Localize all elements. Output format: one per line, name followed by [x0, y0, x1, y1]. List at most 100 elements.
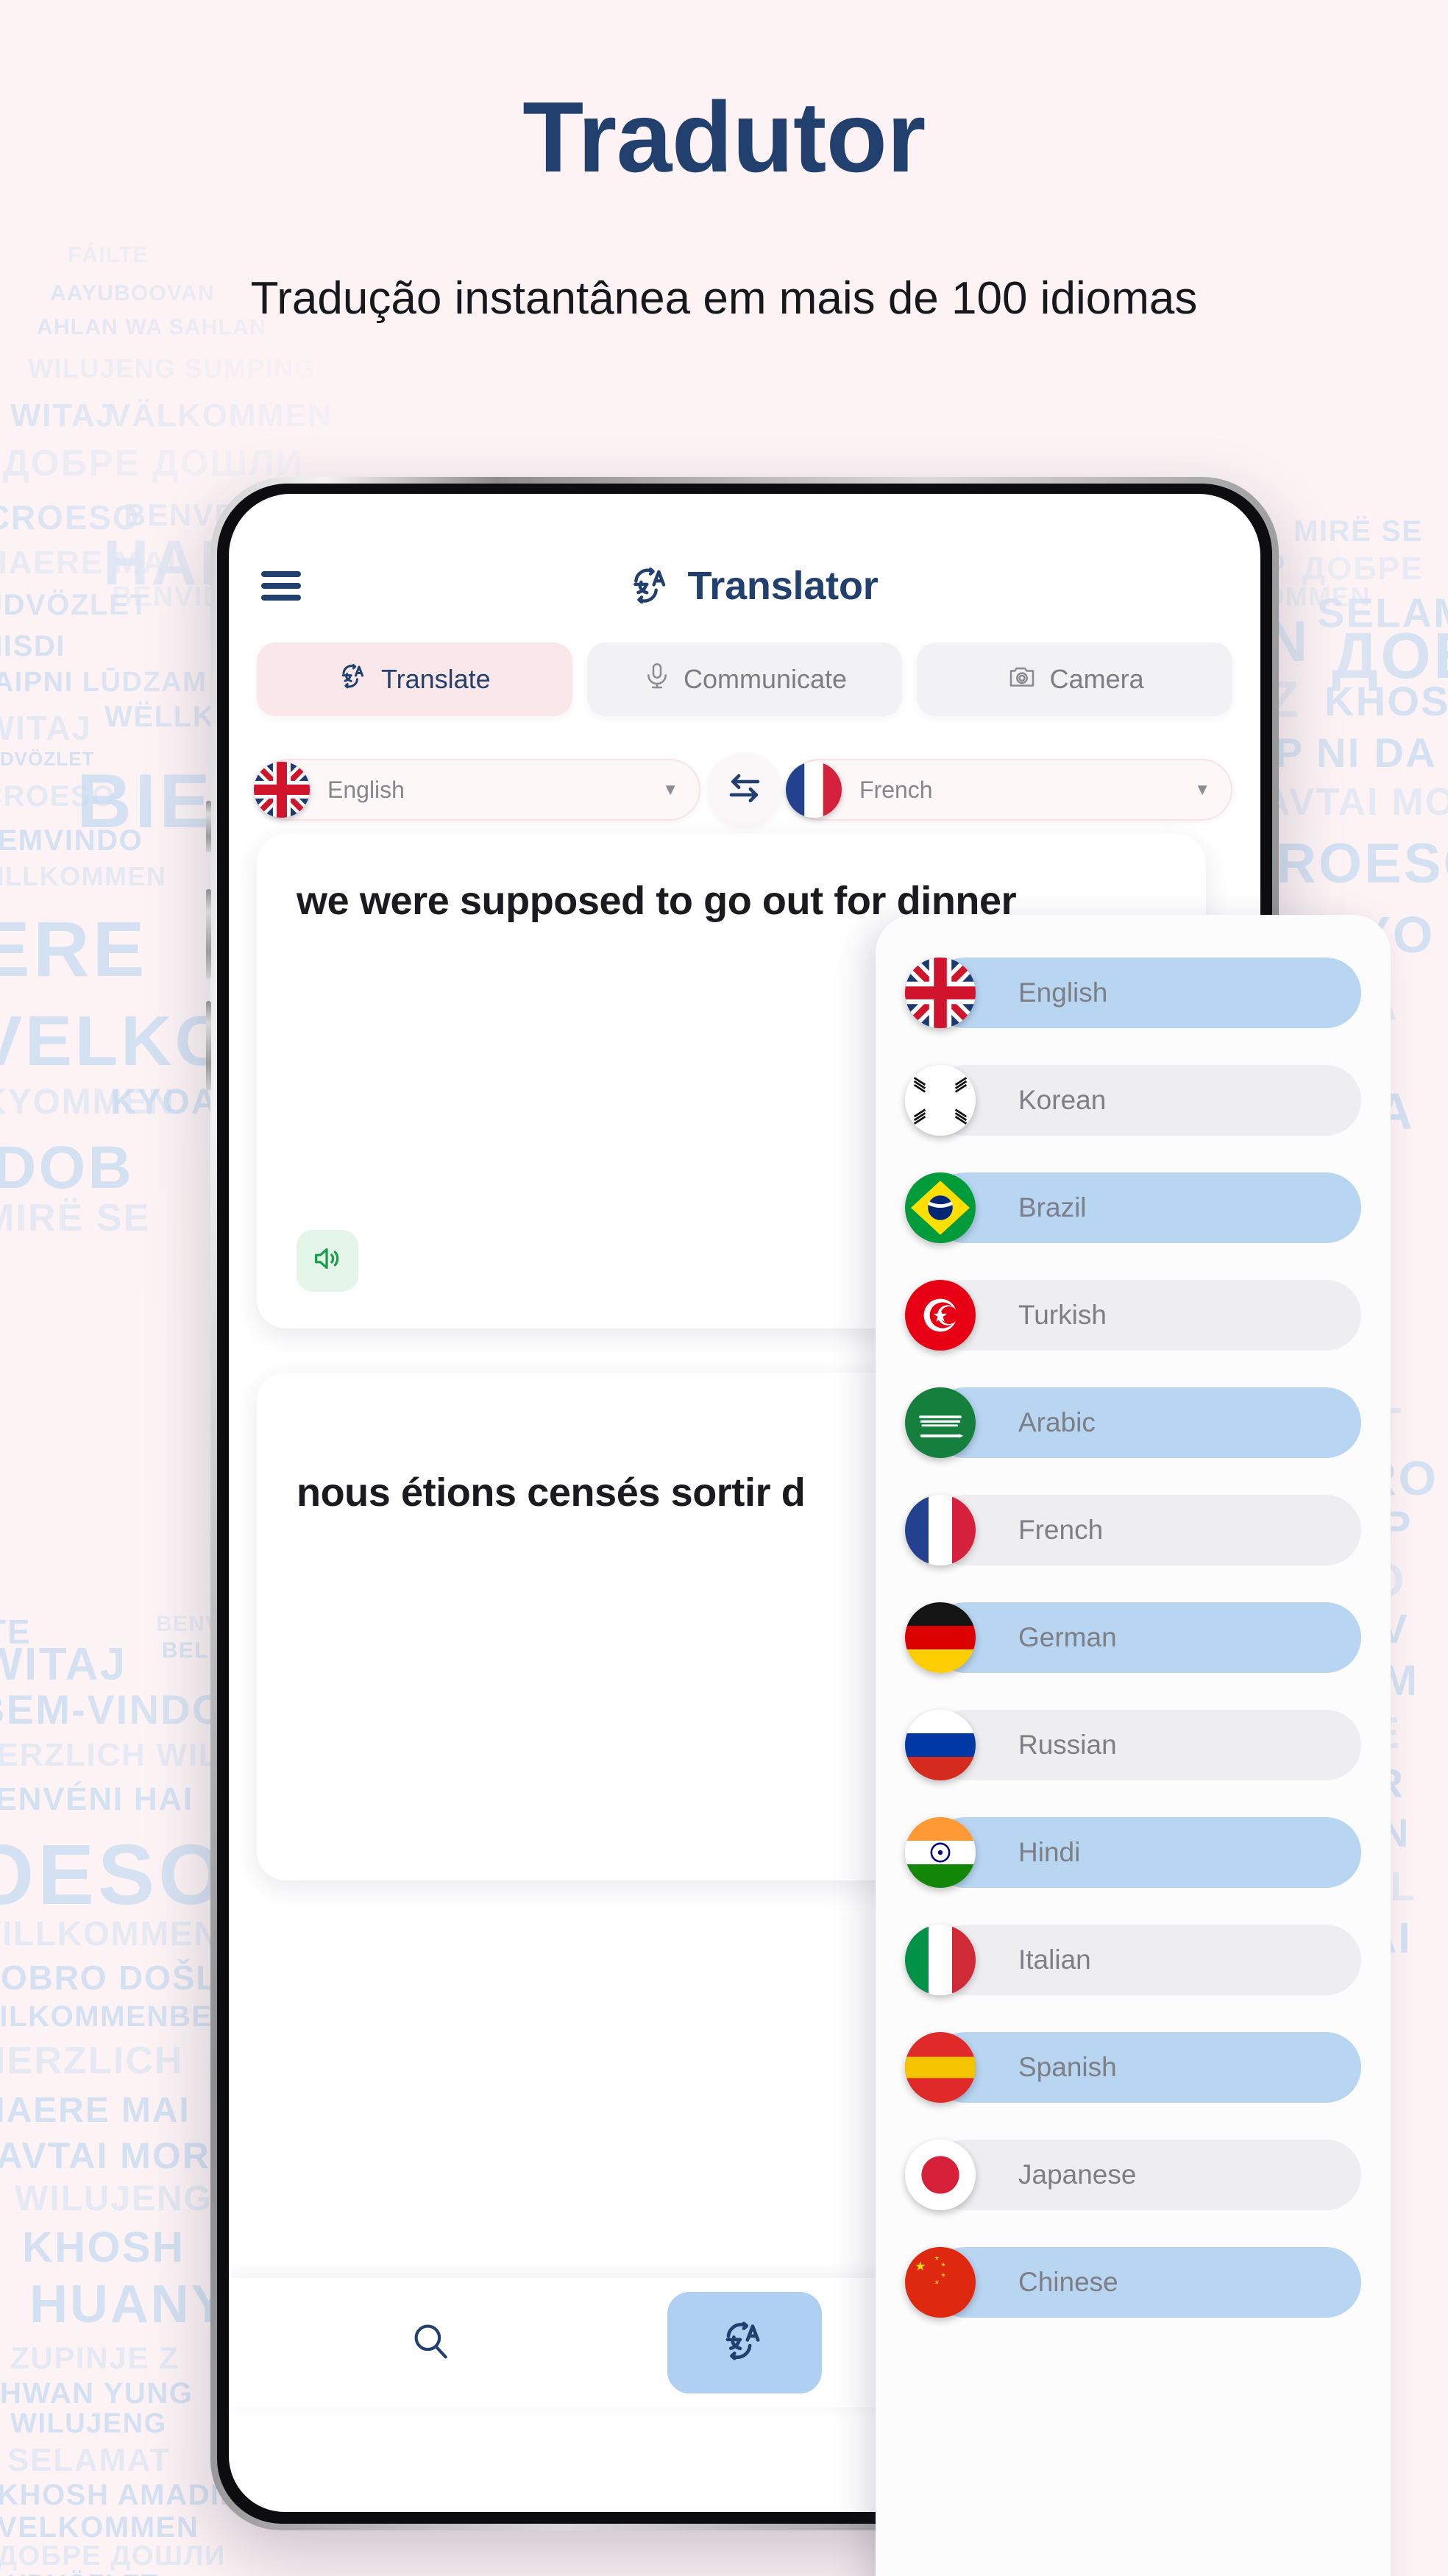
nav-search[interactable] — [353, 2292, 508, 2393]
language-option-pill: Japanese — [930, 2140, 1361, 2210]
target-language-label: French — [859, 776, 933, 803]
chevron-down-icon: ▼ — [662, 780, 678, 799]
wordcloud-word: BEL — [162, 1638, 209, 1663]
wordcloud-word: BENVÉNI HAI — [0, 1781, 194, 1817]
wordcloud-word: FÁILTE — [68, 243, 149, 267]
language-dropdown-panel[interactable]: English Korean Brazil Turkish Arabic French Ge… — [876, 915, 1391, 2576]
language-option-pill: Russian — [930, 1710, 1361, 1780]
chevron-down-icon: ▼ — [1194, 780, 1210, 799]
wordcloud-word: VELKOMMEN — [0, 2511, 199, 2544]
wordcloud-word: CROESO — [0, 780, 116, 813]
language-option-label: French — [1018, 1515, 1104, 1545]
tab-communicate[interactable]: Communicate — [586, 643, 903, 716]
target-language-select[interactable]: French ▼ — [786, 759, 1232, 821]
language-option-pill: Hindi — [930, 1817, 1361, 1888]
language-option-french[interactable]: French — [905, 1495, 1361, 1565]
language-option-italian[interactable]: Italian — [905, 1925, 1361, 1995]
wordcloud-word: TAVTAI MORIL — [0, 2135, 246, 2176]
saudi-flag — [905, 1387, 976, 1458]
china-flag — [905, 2247, 976, 2318]
app-brand: Translator — [279, 563, 1228, 609]
language-option-label: Japanese — [1018, 2159, 1137, 2190]
language-option-label: Turkish — [1018, 1300, 1107, 1330]
phone-volume-up-button[interactable] — [206, 889, 211, 979]
swap-languages-button[interactable] — [708, 753, 781, 827]
wordcloud-word: LAIPNI LŪDZAM — [0, 667, 207, 698]
wordcloud-word: WILUJENG — [15, 2179, 213, 2218]
wordcloud-word: WITAJ — [0, 709, 92, 747]
tab-camera[interactable]: Camera — [917, 643, 1233, 716]
source-language-label: English — [327, 776, 405, 803]
page-title: Tradutor — [522, 81, 926, 193]
wordcloud-word: TE — [0, 1613, 32, 1651]
language-option-chinese[interactable]: Chinese — [905, 2247, 1361, 2318]
wordcloud-word: ДОБРЕ ДОШЛИ — [0, 2541, 226, 2572]
wordcloud-word: BEMVINDO — [0, 824, 143, 857]
language-option-hindi[interactable]: Hindi — [905, 1817, 1361, 1888]
swap-arrows-icon — [725, 768, 764, 812]
language-option-label: German — [1018, 1622, 1117, 1652]
japan-flag — [905, 2140, 976, 2210]
wordcloud-word: HAI — [103, 528, 220, 598]
wordcloud-word: OESO — [0, 1827, 228, 1922]
tab-bar: Translate Communicate Camera — [229, 643, 1260, 716]
language-option-japanese[interactable]: Japanese — [905, 2140, 1361, 2210]
uk-flag — [905, 958, 976, 1028]
wordcloud-word: WITAJ — [10, 397, 116, 434]
language-option-spanish[interactable]: Spanish — [905, 2032, 1361, 2103]
wordcloud-word: HAERE MAI — [0, 2091, 191, 2130]
wordcloud-word: ZUPINJE Z — [10, 2340, 180, 2375]
language-option-german[interactable]: German — [905, 1602, 1361, 1673]
wordcloud-word: ERE — [0, 906, 148, 993]
wordcloud-word: WILLKOMMEN — [0, 861, 167, 891]
language-option-pill: English — [930, 958, 1361, 1028]
uk-flag — [254, 762, 310, 818]
wordcloud-word: DOBRO DOŠLI — [0, 1958, 229, 1997]
france-flag — [786, 762, 842, 818]
app-screenshot: FÁILTE AAYUBOOVAN AHLAN WA SAHLAN WILUJENG … — [0, 0, 1448, 2576]
italy-flag — [905, 1925, 976, 1995]
page-subtitle: Tradução instantânea em mais de 100 idio… — [250, 273, 1198, 324]
language-option-pill: Chinese — [930, 2247, 1361, 2318]
wordcloud-word: WILUJENG — [10, 2408, 167, 2439]
language-option-korean[interactable]: Korean — [905, 1065, 1361, 1136]
language-option-pill: Arabic — [930, 1387, 1361, 1458]
language-option-label: Spanish — [1018, 2052, 1117, 2082]
tab-translate-label: Translate — [380, 664, 491, 694]
tab-translate[interactable]: Translate — [257, 643, 572, 716]
camera-icon — [1006, 662, 1038, 698]
language-option-pill: Italian — [930, 1925, 1361, 1995]
phone-volume-down-button[interactable] — [206, 1001, 211, 1091]
wordcloud-word: SELAMAT — [1317, 590, 1448, 636]
nav-translate[interactable] — [667, 2292, 822, 2393]
wordcloud-word: KHOSH — [1324, 678, 1448, 724]
phone-silent-switch[interactable] — [206, 801, 211, 852]
wordcloud-word: ДОБРЕ — [1302, 551, 1424, 587]
language-option-label: Brazil — [1018, 1192, 1087, 1222]
language-option-english[interactable]: English — [905, 958, 1361, 1028]
language-option-pill: Korean — [930, 1065, 1361, 1136]
wordcloud-word: BEM-VINDO — [0, 1686, 226, 1733]
language-option-russian[interactable]: Russian — [905, 1710, 1361, 1780]
wordcloud-word: UDVÖZLET — [7, 2569, 159, 2576]
language-option-pill: Spanish — [930, 2032, 1361, 2103]
wordcloud-word: HERZLICH — [0, 2039, 184, 2082]
wordcloud-word: VÄLKOMMEN — [109, 397, 333, 434]
wordcloud-word: CROESO — [0, 498, 141, 537]
source-language-select[interactable]: English ▼ — [254, 759, 700, 821]
language-option-arabic[interactable]: Arabic — [905, 1387, 1361, 1458]
wordcloud-word: HAERE MAI — [0, 545, 177, 581]
wordcloud-word: ÜDVÖZLET — [0, 589, 149, 621]
language-option-label: Chinese — [1018, 2267, 1118, 2297]
wordcloud-word: MISDI — [0, 630, 66, 662]
language-option-pill: German — [930, 1602, 1361, 1673]
language-option-pill: Turkish — [930, 1280, 1361, 1351]
source-speak-button[interactable] — [297, 1229, 358, 1292]
language-option-label: Korean — [1018, 1085, 1107, 1115]
language-option-label: English — [1018, 977, 1108, 1008]
wordcloud-word: WILUJENG SUMPING — [28, 353, 316, 383]
language-option-label: Arabic — [1018, 1407, 1096, 1437]
language-option-turkish[interactable]: Turkish — [905, 1280, 1361, 1351]
language-option-brazil[interactable]: Brazil — [905, 1172, 1361, 1243]
wordcloud-word: SELAMAT — [7, 2442, 171, 2478]
